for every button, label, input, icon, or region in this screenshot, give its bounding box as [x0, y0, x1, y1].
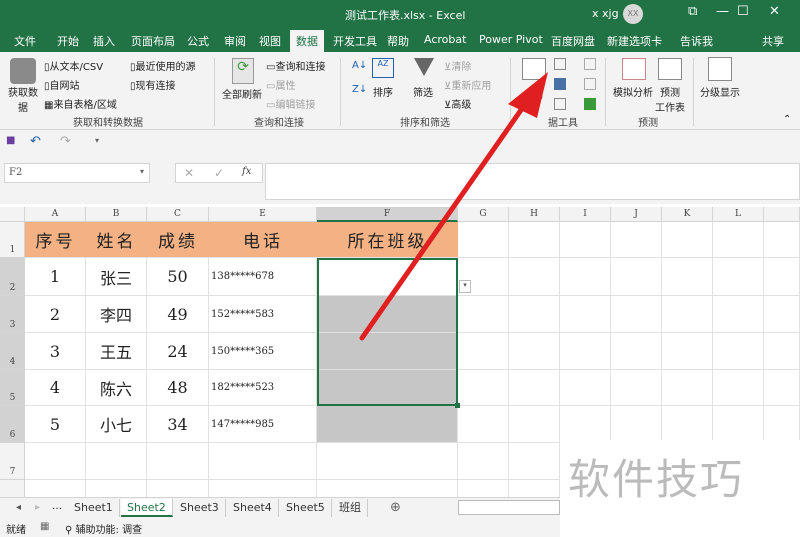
arrow-shaft [359, 97, 531, 341]
red-arrow-annotation [359, 72, 548, 341]
arrow-head [508, 72, 548, 118]
